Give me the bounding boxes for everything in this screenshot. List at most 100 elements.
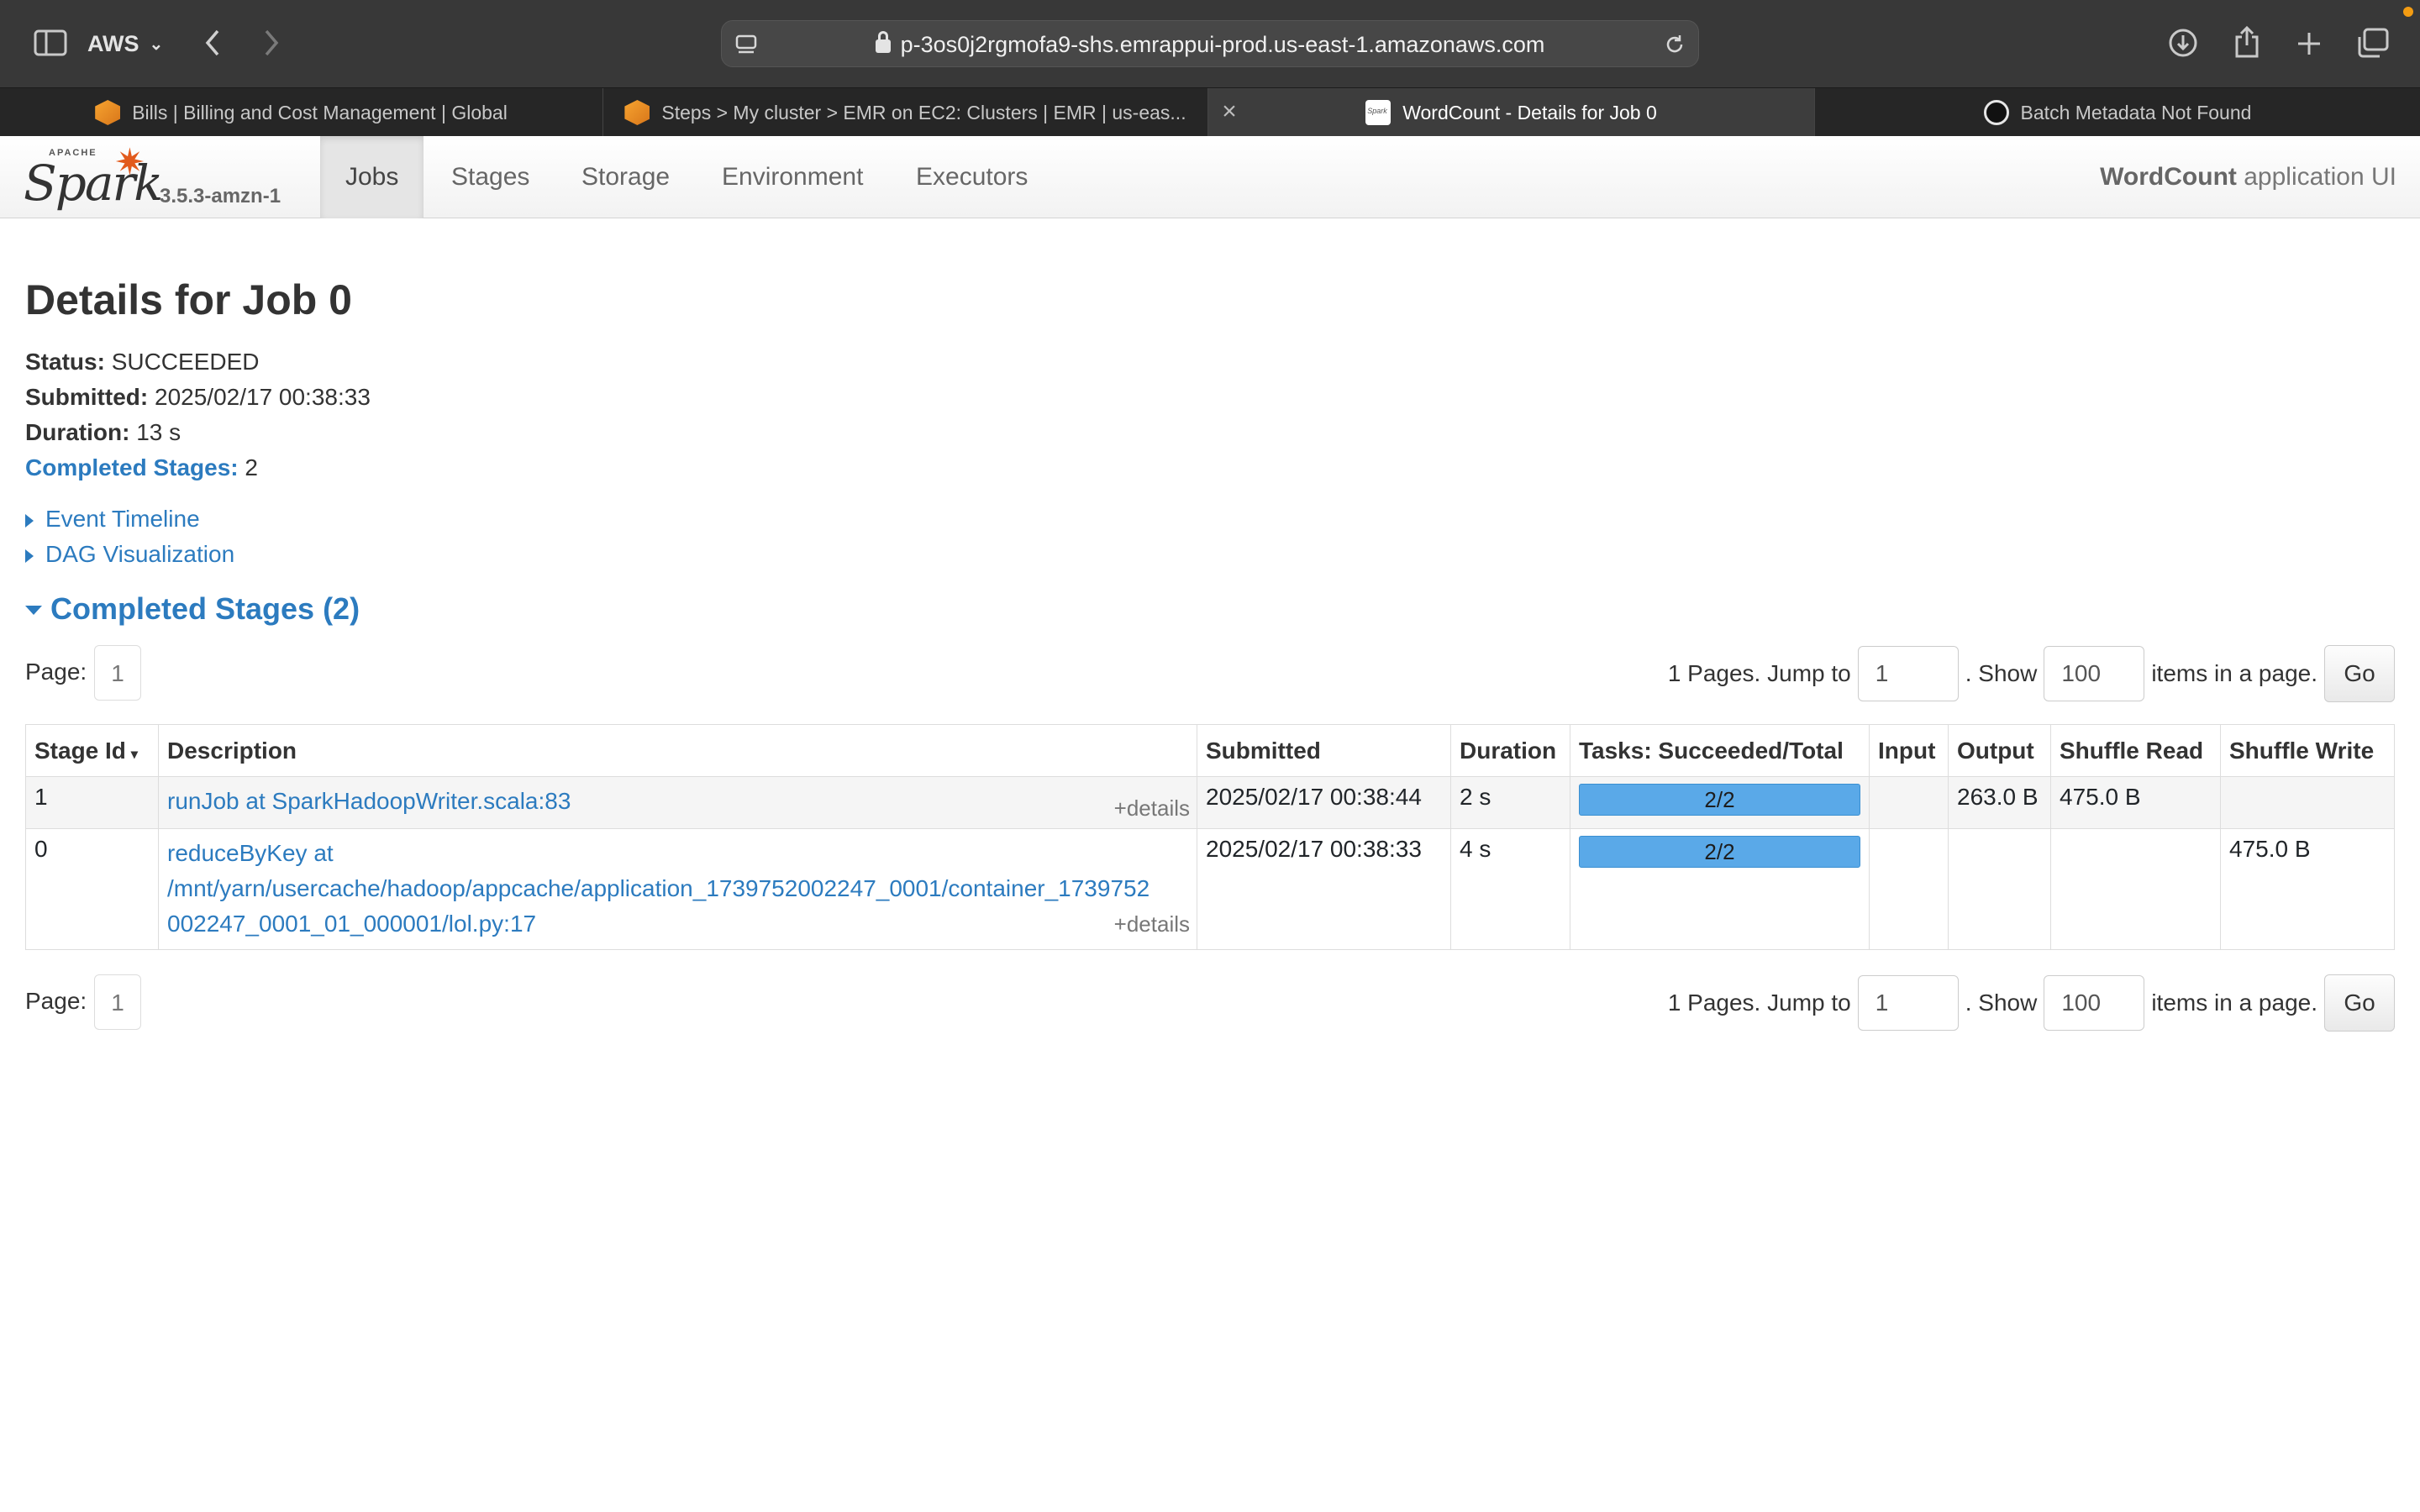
col-shuffle-read[interactable]: Shuffle Read [2050, 724, 2221, 777]
input-cell [1869, 776, 1949, 829]
reload-icon[interactable] [1663, 33, 1686, 56]
status-value: SUCCEEDED [111, 349, 260, 375]
page-label: Page: [25, 988, 87, 1014]
completed-stages-table: Stage Id ▾ Description Submitted Duration… [25, 724, 2395, 950]
spark-logo[interactable]: APACHE Spark ✷ 3.5.3-amzn-1 [24, 141, 309, 213]
col-duration[interactable]: Duration [1450, 724, 1570, 777]
share-icon[interactable] [2230, 24, 2264, 60]
page-title: Details for Job 0 [25, 276, 352, 323]
profile-switcher[interactable]: AWS ⌄ [87, 25, 163, 62]
col-tasks[interactable]: Tasks: Succeeded/Total [1570, 724, 1870, 777]
jump-to-page-input[interactable] [1857, 975, 1959, 1031]
spark-star-icon: ✷ [114, 142, 145, 183]
description-cell: runJob at SparkHadoopWriter.scala:83 +de… [158, 776, 1197, 829]
new-tab-icon[interactable] [2292, 27, 2326, 60]
page-size-input[interactable] [2044, 975, 2145, 1031]
pagination-controls: 1 Pages. Jump to . Show items in a page.… [1668, 645, 2395, 702]
col-stage-id[interactable]: Stage Id ▾ [25, 724, 159, 777]
description-line: reduceByKey at [167, 840, 334, 866]
tab-label: Bills | Billing and Cost Management | Gl… [132, 101, 508, 123]
shuffle-write-cell [2220, 776, 2395, 829]
table-row: 1 runJob at SparkHadoopWriter.scala:83 +… [25, 776, 2395, 829]
show-text: . Show [1965, 660, 2038, 686]
tab-label: Steps > My cluster > EMR on EC2: Cluster… [661, 101, 1186, 123]
duration-value: 13 s [136, 419, 182, 445]
address-bar[interactable]: p-3os0j2rgmofa9-shs.emrappui-prod.us-eas… [721, 20, 1699, 67]
duration-cell: 4 s [1450, 828, 1570, 950]
items-in-page-text: items in a page. [2151, 990, 2317, 1016]
event-timeline-toggle[interactable]: Event Timeline [25, 506, 200, 533]
dag-visualization-label: DAG Visualization [45, 541, 235, 567]
shuffle-write-cell: 475.0 B [2220, 828, 2395, 950]
submitted-row: Submitted: 2025/02/17 00:38:33 [25, 380, 371, 415]
dag-visualization-toggle[interactable]: DAG Visualization [25, 541, 234, 568]
pagination-top: Page: 1 1 Pages. Jump to . Show items in… [25, 645, 2395, 702]
header-label: Stage Id [34, 737, 126, 764]
show-text: . Show [1965, 990, 2038, 1016]
page-size-input[interactable] [2044, 646, 2145, 701]
shuffle-read-cell [2050, 828, 2221, 950]
status-label: Status: [25, 349, 105, 375]
tab-billing[interactable]: Bills | Billing and Cost Management | Gl… [0, 88, 603, 137]
completed-stages-count: 2 [245, 454, 258, 480]
completed-stages-link[interactable]: Completed Stages: [25, 454, 239, 480]
pagination-bottom: Page: 1 1 Pages. Jump to . Show items in… [25, 974, 2395, 1032]
tab-batch-metadata[interactable]: Batch Metadata Not Found [1815, 88, 2420, 137]
tab-overview-icon[interactable] [2354, 25, 2391, 60]
completed-stages-header[interactable]: Completed Stages (2) [25, 591, 360, 627]
output-cell [1948, 828, 2051, 950]
pages-jump-text: 1 Pages. Jump to [1667, 660, 1851, 686]
stage-description-link[interactable]: runJob at SparkHadoopWriter.scala:83 [167, 788, 571, 814]
sidebar-toggle-icon[interactable] [34, 29, 67, 57]
nav-environment[interactable]: Environment [697, 136, 888, 218]
forward-icon[interactable] [259, 25, 284, 60]
nav-jobs[interactable]: Jobs [320, 136, 424, 218]
lock-icon [875, 31, 891, 53]
go-button[interactable]: Go [2324, 974, 2395, 1032]
col-output[interactable]: Output [1948, 724, 2051, 777]
application-title: WordCount application UI [2100, 136, 2396, 218]
completed-stages-row: Completed Stages: 2 [25, 450, 371, 486]
url-text: p-3os0j2rgmofa9-shs.emrappui-prod.us-eas… [722, 21, 1698, 68]
submitted-label: Submitted: [25, 384, 149, 410]
details-toggle[interactable]: +details [1114, 911, 1190, 937]
duration-label: Duration: [25, 419, 130, 445]
items-in-page-text: items in a page. [2151, 660, 2317, 686]
spark-icon [1365, 100, 1392, 125]
tab-emr-steps[interactable]: Steps > My cluster > EMR on EC2: Cluster… [603, 88, 1208, 137]
description-line: 002247_0001_01_000001/lol.py:17 [167, 911, 537, 937]
tab-wordcount-job[interactable]: WordCount - Details for Job 0 [1208, 88, 1815, 137]
caret-right-icon [25, 514, 34, 528]
nav-stages[interactable]: Stages [426, 136, 555, 218]
openai-icon [1983, 100, 2009, 125]
col-submitted[interactable]: Submitted [1197, 724, 1451, 777]
jump-to-page-input[interactable] [1857, 646, 1959, 701]
url-value: p-3os0j2rgmofa9-shs.emrappui-prod.us-eas… [900, 32, 1545, 57]
description-cell: reduceByKey at/mnt/yarn/usercache/hadoop… [158, 828, 1197, 950]
downloads-icon[interactable] [2166, 25, 2200, 60]
back-icon[interactable] [200, 25, 225, 60]
tab-bar: Bills | Billing and Cost Management | Gl… [0, 87, 2420, 137]
nav-storage[interactable]: Storage [556, 136, 695, 218]
nav-executors[interactable]: Executors [891, 136, 1053, 218]
description-line: /mnt/yarn/usercache/hadoop/appcache/appl… [167, 875, 1150, 901]
go-button[interactable]: Go [2324, 645, 2395, 702]
col-input[interactable]: Input [1869, 724, 1949, 777]
output-cell: 263.0 B [1948, 776, 2051, 829]
col-description[interactable]: Description [158, 724, 1197, 777]
close-tab-icon[interactable]: × [1217, 87, 1242, 136]
duration-row: Duration: 13 s [25, 415, 371, 450]
page-number-button[interactable]: 1 [94, 645, 141, 701]
stage-description-link[interactable]: reduceByKey at/mnt/yarn/usercache/hadoop… [167, 840, 1150, 937]
stage-id-cell: 0 [25, 828, 159, 950]
aws-icon [95, 100, 121, 125]
duration-cell: 2 s [1450, 776, 1570, 829]
col-shuffle-write[interactable]: Shuffle Write [2220, 724, 2395, 777]
tasks-progress-label: 2/2 [1704, 839, 1735, 864]
page-number-button[interactable]: 1 [94, 974, 141, 1030]
stage-id-cell: 1 [25, 776, 159, 829]
details-toggle[interactable]: +details [1114, 795, 1190, 822]
app-name: WordCount [2100, 163, 2237, 191]
caret-right-icon [25, 549, 34, 563]
notification-dot [2403, 7, 2413, 17]
